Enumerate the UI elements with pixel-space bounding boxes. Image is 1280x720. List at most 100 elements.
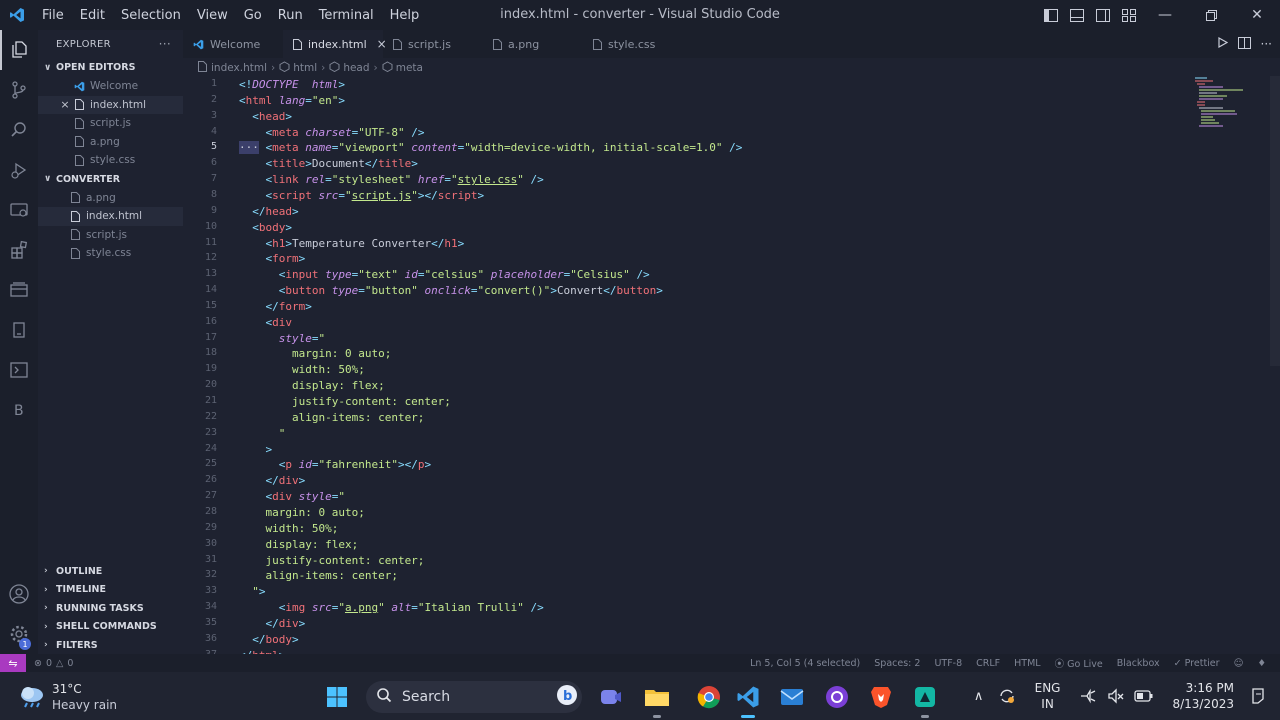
mail-icon[interactable] xyxy=(777,682,807,712)
source-control-icon[interactable] xyxy=(0,70,38,110)
tab-script-js[interactable]: script.js xyxy=(383,30,483,58)
problems-indicator[interactable]: ⊗ 0 △ 0 xyxy=(26,658,73,669)
run-icon[interactable] xyxy=(1217,36,1228,51)
code-line[interactable]: margin: 0 auto; xyxy=(239,506,364,519)
teams-chat-icon[interactable] xyxy=(596,682,626,712)
code-line[interactable]: </body> xyxy=(239,633,298,646)
remote-indicator-icon[interactable]: ⇋ xyxy=(0,654,26,672)
code-line[interactable]: justify-content: center; xyxy=(239,395,451,408)
breadcrumb-item[interactable]: index.html xyxy=(211,62,267,74)
file-tree-item[interactable]: script.js xyxy=(38,226,183,245)
open-editor-item[interactable]: × index.html xyxy=(38,95,183,114)
feedback-icon[interactable]: ☺ xyxy=(1234,658,1244,669)
code-line[interactable]: <head> xyxy=(239,110,292,123)
explorer-more-icon[interactable]: ··· xyxy=(159,37,171,51)
running-tasks-section[interactable]: › RUNNING TASKS xyxy=(38,599,183,618)
code-line[interactable]: <div style=" xyxy=(239,490,345,503)
code-line[interactable]: ··· <meta name="viewport" content="width… xyxy=(239,141,742,155)
toggle-panel-icon[interactable] xyxy=(1064,0,1090,30)
code-line[interactable]: "> xyxy=(239,585,265,598)
restore-button[interactable] xyxy=(1188,0,1234,30)
menu-help[interactable]: Help xyxy=(382,8,428,23)
editor-scrollbar[interactable] xyxy=(1270,76,1280,366)
menu-file[interactable]: File xyxy=(34,8,72,23)
chrome-icon[interactable] xyxy=(694,682,724,712)
open-editor-item[interactable]: script.js xyxy=(38,114,183,133)
panels-icon[interactable] xyxy=(0,270,38,310)
settings-gear-icon[interactable]: 1 xyxy=(0,614,38,654)
code-editor[interactable]: 1 <!DOCTYPE html> 2 <html lang="en"> 3 <head… xyxy=(183,76,1270,654)
open-editors-section[interactable]: ∨ OPEN EDITORS xyxy=(38,58,183,77)
breadcrumb-item[interactable]: meta xyxy=(396,62,423,74)
sync-icon[interactable] xyxy=(995,687,1019,705)
open-editor-item[interactable]: style.css xyxy=(38,151,183,170)
indentation[interactable]: Spaces: 2 xyxy=(874,658,920,669)
timeline-section[interactable]: › TIMELINE xyxy=(38,581,183,600)
minimize-button[interactable]: — xyxy=(1142,0,1188,30)
tab-a-png[interactable]: a.png xyxy=(483,30,583,58)
code-line[interactable]: display: flex; xyxy=(239,379,385,392)
blackbox-status[interactable]: Blackbox xyxy=(1117,658,1160,669)
code-line[interactable]: <body> xyxy=(239,221,292,234)
outline-section[interactable]: › OUTLINE xyxy=(38,562,183,581)
remote-explorer-icon[interactable] xyxy=(0,190,38,230)
show-hidden-icons-chevron-up-icon[interactable]: ∧ xyxy=(967,689,991,704)
run-debug-icon[interactable] xyxy=(0,150,38,190)
code-line[interactable]: <input type="text" id="celsius" placehol… xyxy=(239,268,650,281)
code-line[interactable]: </div> xyxy=(239,474,305,487)
open-editor-item[interactable]: Welcome xyxy=(38,77,183,96)
file-tree-item[interactable]: a.png xyxy=(38,189,183,208)
code-line[interactable]: <html lang="en"> xyxy=(239,94,345,107)
battery-icon[interactable] xyxy=(1132,689,1156,703)
file-tree-item[interactable]: style.css xyxy=(38,244,183,263)
code-line[interactable]: <img src="a.png" alt="Italian Trulli" /> xyxy=(239,601,544,614)
filmora-icon[interactable] xyxy=(910,682,940,718)
code-line[interactable]: </form> xyxy=(239,300,311,313)
code-line[interactable]: width: 50%; xyxy=(239,522,338,535)
tab-style-css[interactable]: style.css xyxy=(583,30,683,58)
brave-browser-icon[interactable] xyxy=(866,682,896,712)
code-line[interactable]: <h1>Temperature Converter</h1> xyxy=(239,237,464,250)
code-line[interactable]: display: flex; xyxy=(239,538,358,551)
line-ending[interactable]: CRLF xyxy=(976,658,1000,669)
code-line[interactable]: " xyxy=(239,427,286,440)
vscode-taskbar-icon[interactable] xyxy=(733,682,763,718)
volume-muted-icon[interactable] xyxy=(1104,687,1128,705)
blackbox-icon[interactable]: B xyxy=(0,390,38,430)
input-language[interactable]: ENG IN xyxy=(1035,680,1061,712)
code-line[interactable]: width: 50%; xyxy=(239,363,365,376)
code-line[interactable]: <!DOCTYPE html> xyxy=(239,78,345,91)
system-clock[interactable]: 3:16 PM 8/13/2023 xyxy=(1172,680,1234,712)
prettier-status[interactable]: ✓ Prettier xyxy=(1174,658,1220,669)
file-tree-item[interactable]: index.html xyxy=(38,207,183,226)
more-actions-icon[interactable]: ··· xyxy=(1261,37,1272,51)
code-line[interactable]: <p id="fahrenheit"></p> xyxy=(239,458,431,471)
search-icon[interactable] xyxy=(0,110,38,150)
menu-view[interactable]: View xyxy=(189,8,236,23)
weather-widget[interactable]: 31°C Heavy rain xyxy=(18,681,117,713)
close-window-button[interactable]: ✕ xyxy=(1234,0,1280,30)
code-line[interactable]: <script src="script.js"></script> xyxy=(239,189,484,202)
file-explorer-icon[interactable] xyxy=(642,682,672,718)
breadcrumb-item[interactable]: head xyxy=(343,62,369,74)
menu-run[interactable]: Run xyxy=(270,8,311,23)
filters-section[interactable]: › FILTERS xyxy=(38,636,183,655)
breadcrumb-item[interactable]: html xyxy=(293,62,317,74)
customize-layout-icon[interactable] xyxy=(1116,0,1142,30)
tab-welcome[interactable]: Welcome xyxy=(183,30,283,58)
notification-center-icon[interactable] xyxy=(1246,687,1270,705)
encoding[interactable]: UTF-8 xyxy=(934,658,962,669)
minimap[interactable] xyxy=(1193,76,1253,136)
code-line[interactable]: style=" xyxy=(239,332,325,345)
toggle-secondary-sidebar-icon[interactable] xyxy=(1090,0,1116,30)
code-line[interactable]: <link rel="stylesheet" href="style.css" … xyxy=(239,173,543,186)
terminal-icon[interactable] xyxy=(0,350,38,390)
toggle-primary-sidebar-icon[interactable] xyxy=(1038,0,1064,30)
menu-go[interactable]: Go xyxy=(236,8,270,23)
close-icon[interactable]: × xyxy=(58,98,72,111)
start-button[interactable] xyxy=(322,682,352,712)
split-editor-icon[interactable] xyxy=(1237,36,1251,52)
language-mode[interactable]: HTML xyxy=(1014,658,1040,669)
network-icon[interactable] xyxy=(1076,687,1100,705)
github-desktop-icon[interactable] xyxy=(822,682,852,712)
